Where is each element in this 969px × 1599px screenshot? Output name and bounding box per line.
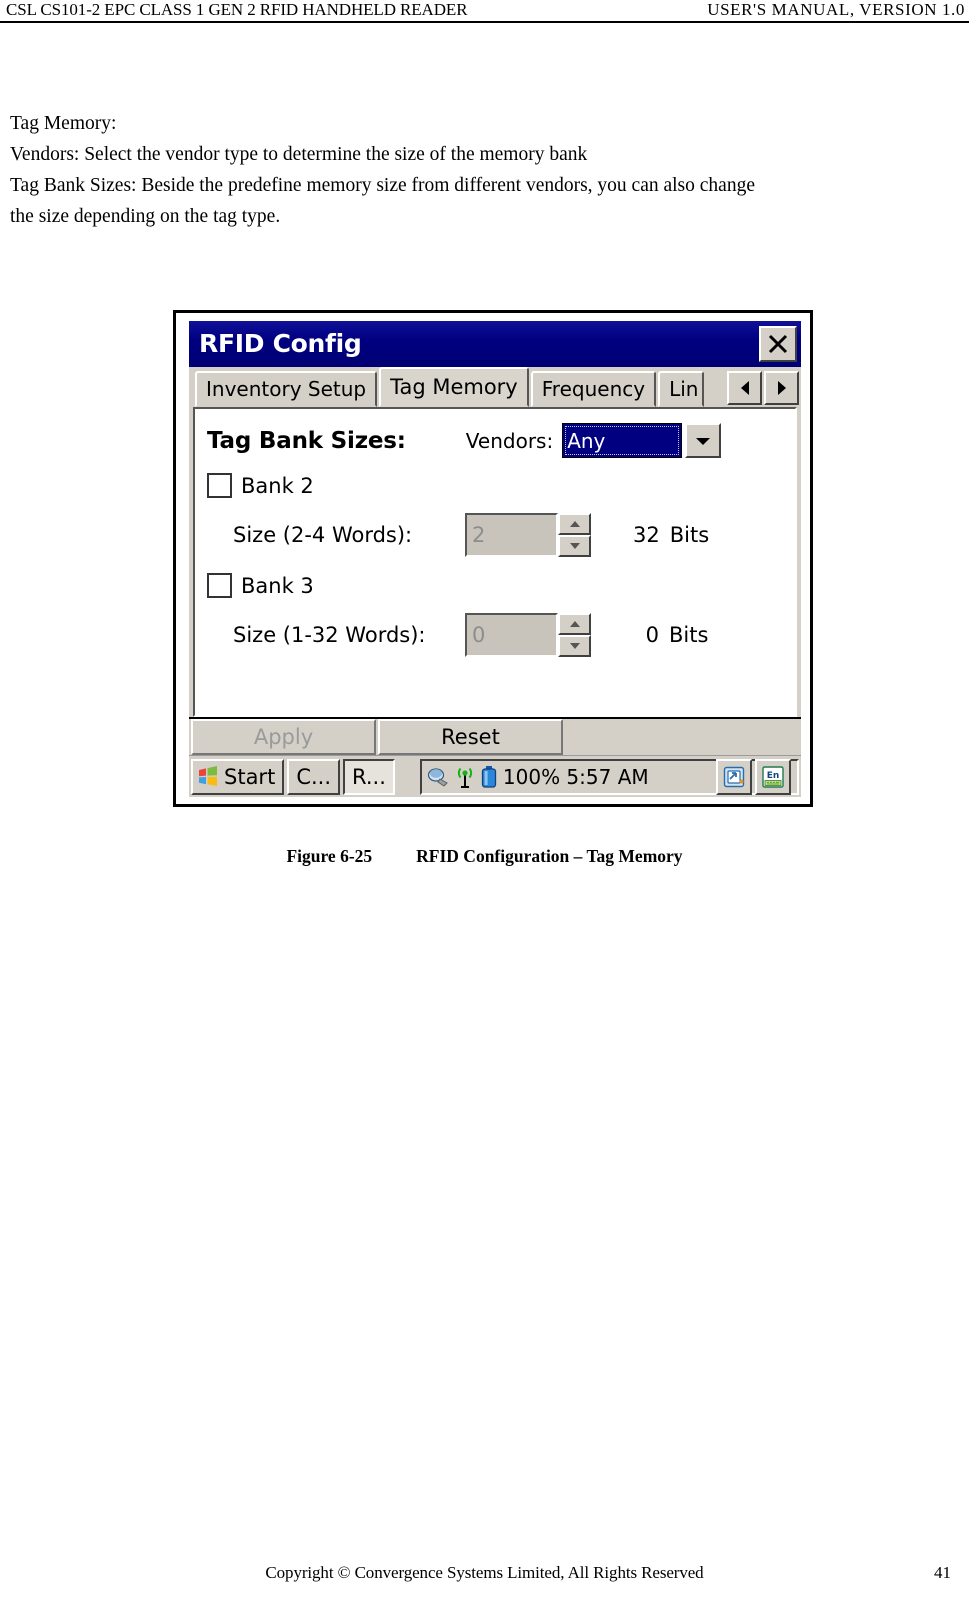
bank3-size-stepper[interactable]: 0 (465, 613, 591, 657)
vendors-label: Vendors: (465, 428, 554, 453)
tag-bank-sizes-label: Tag Bank Sizes: (207, 427, 406, 454)
bank3-size-decrement-button[interactable] (558, 635, 591, 657)
vendors-dropdown-field[interactable]: Any (562, 423, 683, 458)
vendors-dropdown[interactable]: Any (562, 423, 722, 458)
tab-strip: Inventory Setup Tag Memory Frequency Lin (189, 367, 801, 407)
tab-tag-memory[interactable]: Tag Memory (379, 367, 529, 407)
bank2-size-decrement-button[interactable] (558, 535, 591, 557)
chevron-down-icon (696, 437, 711, 445)
bank2-size-label: Size (2-4 Words): (233, 523, 413, 547)
bank2-size-spin-buttons (558, 513, 591, 557)
battery-icon-glyph (481, 765, 497, 788)
page-header: CSL CS101-2 EPC CLASS 1 GEN 2 RFID HANDH… (0, 0, 969, 22)
apply-button[interactable]: Apply (191, 719, 376, 755)
left-arrow-icon (740, 381, 749, 395)
bank2-size-stepper[interactable]: 2 (465, 513, 591, 557)
vendors-selected-value: Any (567, 428, 606, 453)
bank2-size-row: Size (2-4 Words): 2 32 Bits (233, 513, 709, 557)
paragraph-tag-bank-sizes-1: Tag Bank Sizes: Beside the predefine mem… (10, 175, 755, 196)
tab-label: Frequency (541, 377, 646, 401)
bank2-bits: 32 Bits (633, 523, 709, 547)
dialog-title: RFID Config (199, 329, 362, 358)
down-arrow-icon (569, 643, 580, 649)
bank3-bits-unit: Bits (669, 623, 709, 647)
right-arrow-icon (777, 381, 786, 395)
battery-icon[interactable] (480, 765, 498, 789)
vendors-dropdown-button[interactable] (685, 423, 722, 458)
tab-scroll-buttons (727, 371, 799, 405)
bank2-size-increment-button[interactable] (558, 513, 591, 535)
header-right-text: USER'S MANUAL, VERSION 1.0 (707, 0, 965, 19)
bank2-bits-unit: Bits (669, 523, 710, 547)
vendors-row: Tag Bank Sizes: Vendors: Any (207, 423, 787, 458)
figure-caption: Figure 6-25 RFID Configuration – Tag Memo… (0, 846, 969, 867)
bank2-bits-value: 32 (633, 523, 660, 547)
bank3-size-input[interactable]: 0 (465, 613, 558, 657)
paragraph-vendors: Vendors: Select the vendor type to deter… (10, 144, 588, 165)
svg-text:En: En (767, 771, 780, 781)
page-footer: Copyright © Convergence Systems Limited,… (0, 1563, 969, 1589)
close-button[interactable] (759, 326, 797, 362)
start-label: Start (224, 764, 276, 789)
bank3-checkbox-row[interactable]: Bank 3 (207, 573, 314, 598)
up-arrow-icon (569, 521, 580, 527)
tab-label: Tag Memory (390, 375, 518, 399)
rotate-screen-icon (723, 766, 745, 787)
bank3-checkbox[interactable] (207, 573, 232, 598)
bank3-size-increment-button[interactable] (558, 613, 591, 635)
input-method-en-icon: En (762, 765, 784, 788)
wireless-antenna-icon-glyph (457, 767, 472, 788)
paragraph-tag-memory: Tag Memory: (10, 113, 117, 134)
figure-title: RFID Configuration – Tag Memory (416, 846, 683, 866)
dialog-titlebar: RFID Config (189, 321, 801, 367)
reset-button[interactable]: Reset (378, 719, 563, 755)
rotate-screen-button[interactable] (716, 758, 752, 795)
bank3-bits: 0 Bits (633, 623, 709, 647)
bank3-label: Bank 3 (241, 573, 314, 598)
taskbar: Start C... R... 100% 5:57 AM En (189, 755, 801, 797)
taskbar-item-c[interactable]: C... (287, 758, 341, 795)
close-icon (768, 334, 788, 354)
figure-border: RFID Config Inventory Setup Tag Memory F… (173, 310, 813, 807)
speaker-icon-glyph (427, 767, 448, 787)
header-divider (0, 21, 969, 23)
body-copy: Tag Memory: Vendors: Select the vendor t… (10, 108, 958, 232)
tab-scroll-left-button[interactable] (727, 371, 762, 405)
tab-inventory-setup[interactable]: Inventory Setup (195, 371, 378, 407)
tray-buttons: En (713, 758, 791, 795)
tab-label: Lin (669, 377, 699, 401)
system-tray: 100% 5:57 AM En (419, 758, 799, 795)
speaker-icon[interactable] (426, 766, 450, 788)
footer-copyright: Copyright © Convergence Systems Limited,… (265, 1563, 704, 1582)
tab-link-profile[interactable]: Lin (658, 371, 705, 407)
bank2-label: Bank 2 (241, 473, 314, 498)
paragraph-tag-bank-sizes-2: the size depending on the tag type. (10, 206, 281, 227)
down-arrow-icon (569, 543, 580, 549)
input-method-button[interactable]: En (755, 758, 791, 795)
figure-number: Figure 6-25 (286, 846, 373, 866)
tab-frequency[interactable]: Frequency (530, 371, 657, 407)
device-screen: RFID Config Inventory Setup Tag Memory F… (189, 321, 801, 797)
start-button[interactable]: Start (191, 758, 285, 795)
up-arrow-icon (569, 621, 580, 627)
bank2-size-input[interactable]: 2 (465, 513, 558, 557)
wireless-antenna-icon[interactable] (453, 765, 477, 789)
tab-scroll-right-button[interactable] (764, 371, 799, 405)
bank3-size-label: Size (1-32 Words): (233, 623, 426, 647)
tray-clock: 100% 5:57 AM (502, 764, 649, 789)
footer-page-number: 41 (934, 1563, 951, 1582)
tab-page-tag-memory: Tag Bank Sizes: Vendors: Any Bank 2 Size… (193, 407, 797, 717)
bank2-checkbox[interactable] (207, 473, 232, 498)
bank2-checkbox-row[interactable]: Bank 2 (207, 473, 314, 498)
taskbar-item-r[interactable]: R... (343, 758, 395, 795)
bank3-size-row: Size (1-32 Words): 0 0 Bits (233, 613, 708, 657)
figure-image: RFID Config Inventory Setup Tag Memory F… (173, 310, 813, 807)
tab-label: Inventory Setup (206, 377, 367, 401)
bank3-bits-value: 0 (645, 623, 659, 647)
bank3-size-spin-buttons (558, 613, 591, 657)
windows-flag-icon (199, 766, 217, 786)
command-bar: Apply Reset (189, 717, 801, 755)
header-left-text: CSL CS101-2 EPC CLASS 1 GEN 2 RFID HANDH… (6, 0, 468, 19)
